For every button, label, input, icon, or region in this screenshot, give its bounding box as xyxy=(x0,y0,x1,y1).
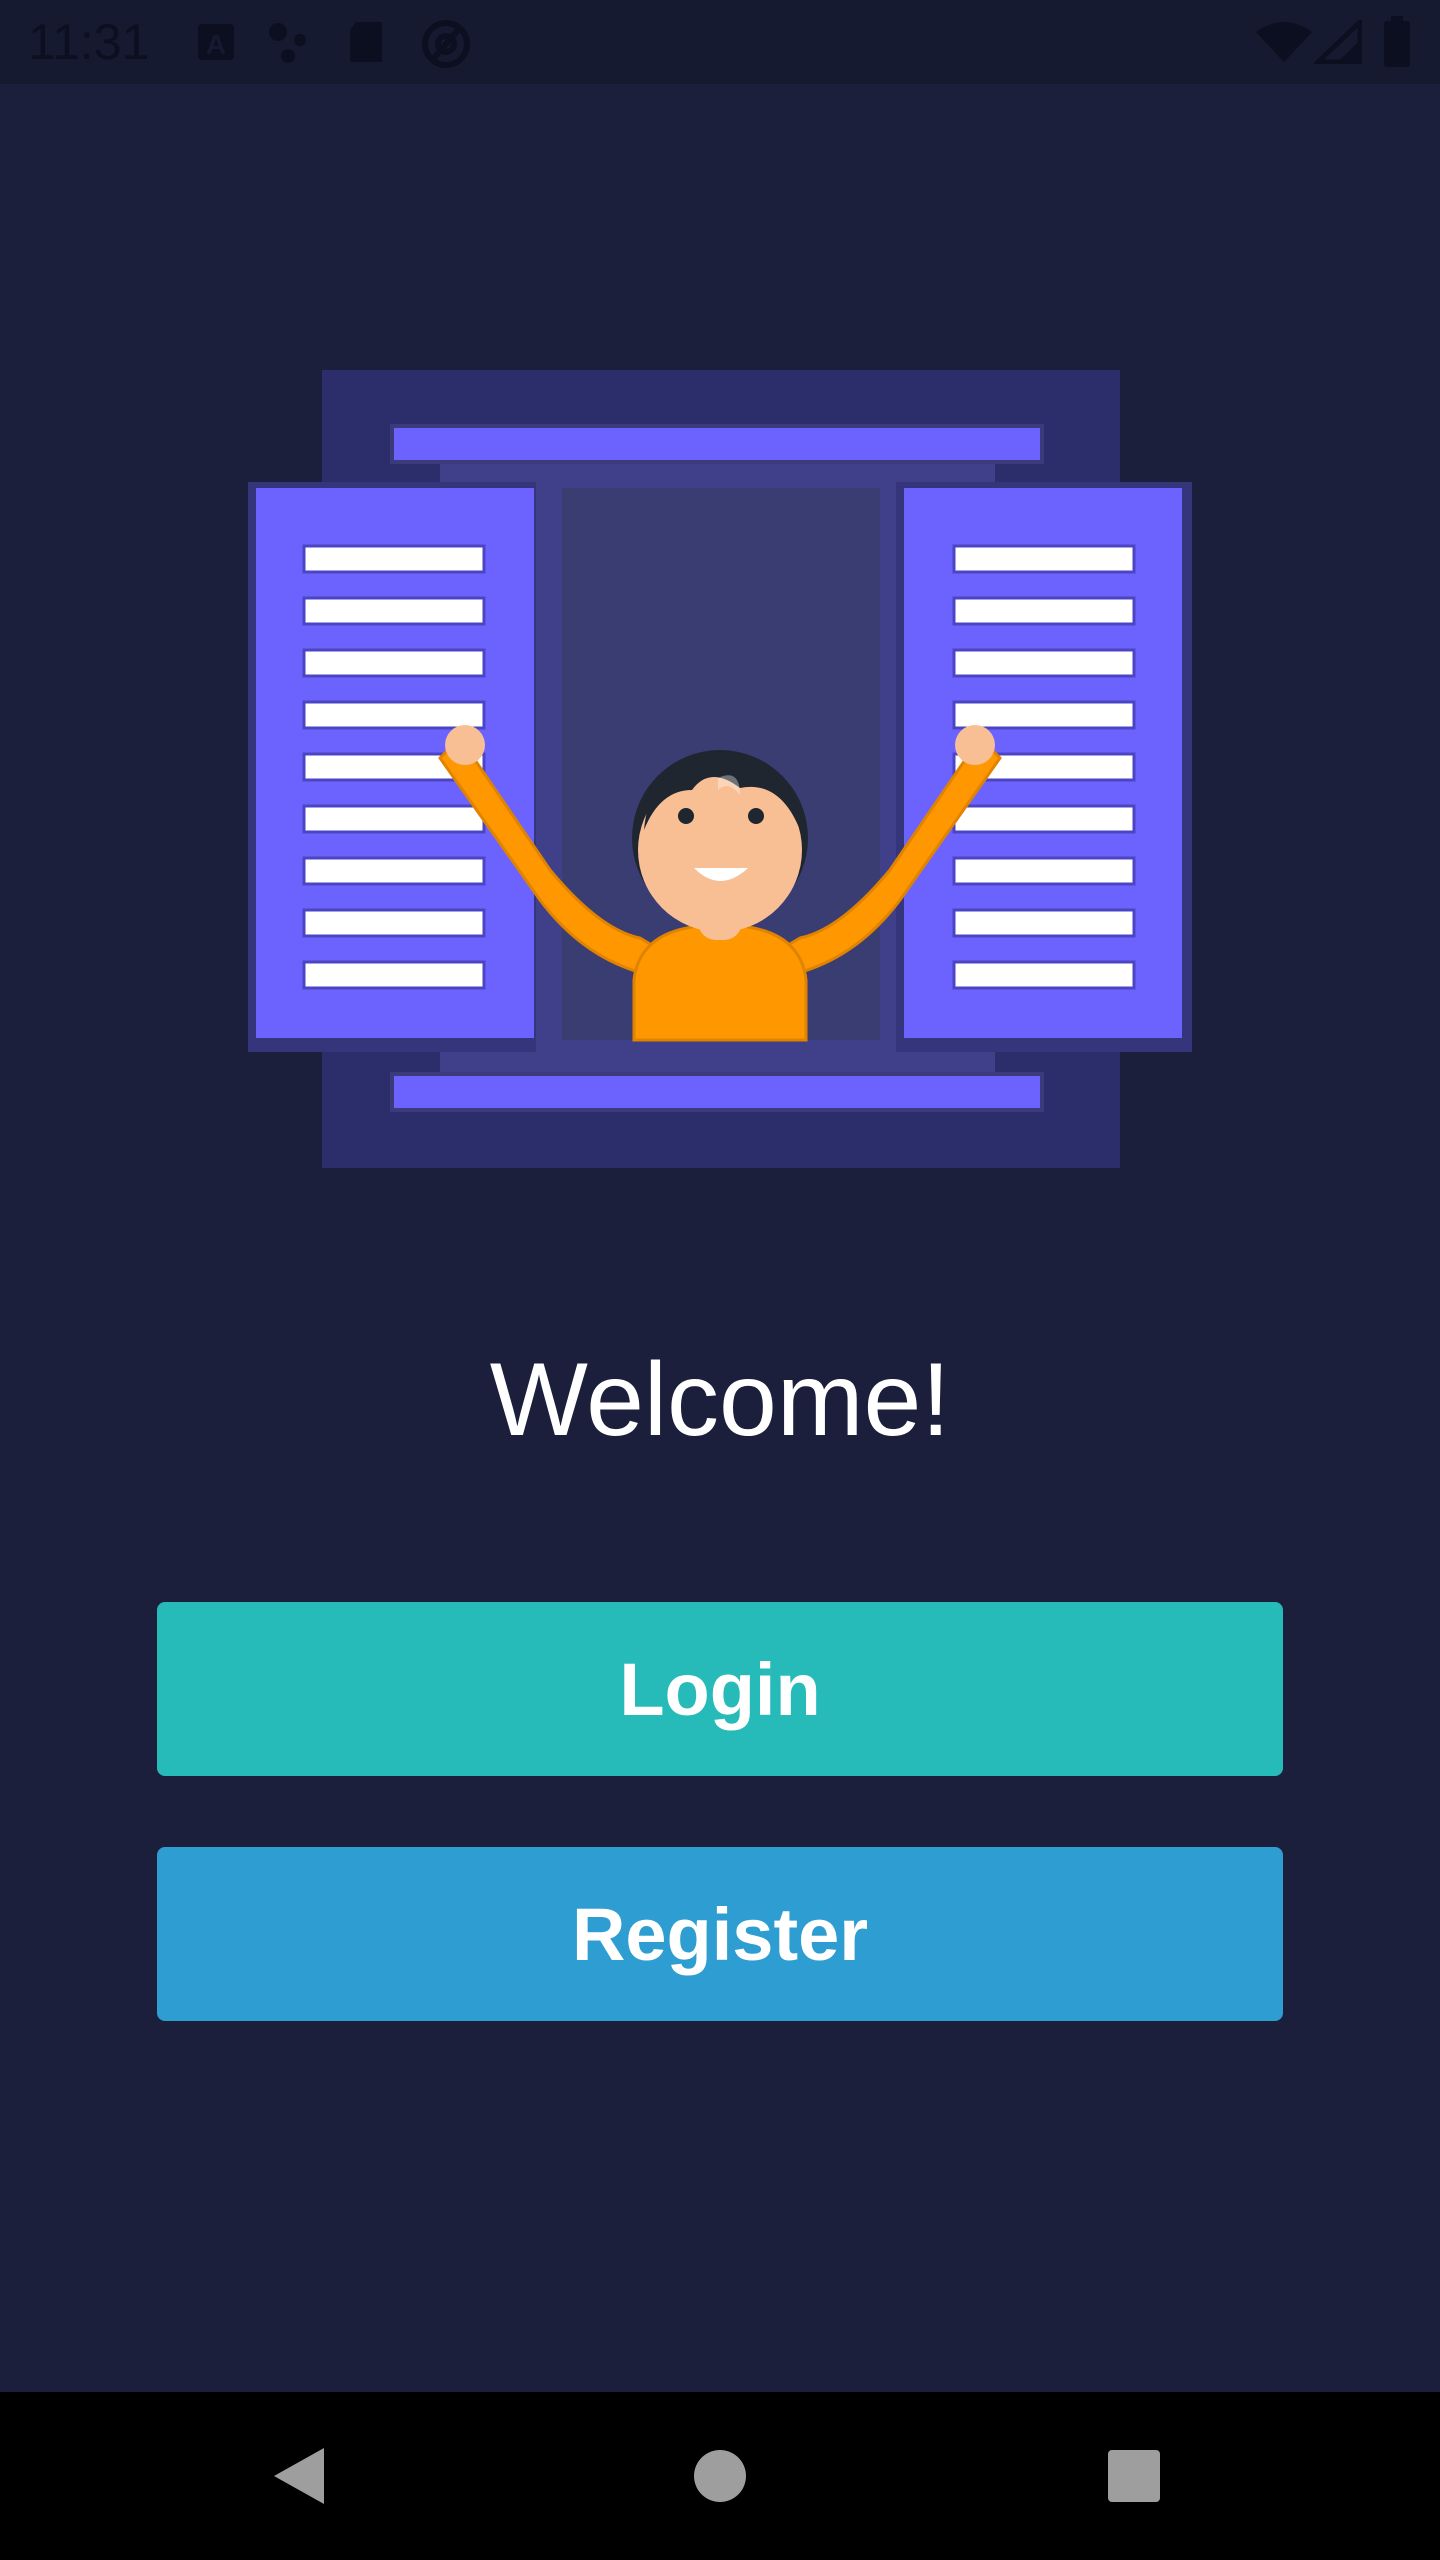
wifi-icon xyxy=(1254,20,1314,69)
login-button-label: Login xyxy=(619,1647,821,1731)
assistant-dots-icon xyxy=(264,18,316,71)
recents-button[interactable] xyxy=(1034,2392,1234,2560)
status-bar: 11:31 A xyxy=(0,0,1440,84)
welcome-heading: Welcome! xyxy=(489,1342,951,1458)
back-button[interactable] xyxy=(200,2392,400,2560)
at-sign-icon xyxy=(420,18,472,75)
recents-icon xyxy=(1108,2450,1160,2502)
register-button[interactable]: Register xyxy=(157,1847,1283,2021)
login-button[interactable]: Login xyxy=(157,1602,1283,1776)
cell-signal-icon xyxy=(1311,16,1363,69)
back-icon xyxy=(274,2448,324,2504)
window-person-illustration xyxy=(248,370,1192,1168)
navigation-bar xyxy=(0,2392,1440,2560)
svg-text:A: A xyxy=(206,29,226,60)
status-time: 11:31 xyxy=(28,14,150,70)
battery-icon xyxy=(1382,16,1412,73)
home-button[interactable] xyxy=(620,2392,820,2560)
register-button-label: Register xyxy=(571,1892,869,1976)
home-icon xyxy=(694,2450,746,2502)
font-a-icon: A xyxy=(196,18,236,71)
sd-card-icon xyxy=(346,18,386,71)
